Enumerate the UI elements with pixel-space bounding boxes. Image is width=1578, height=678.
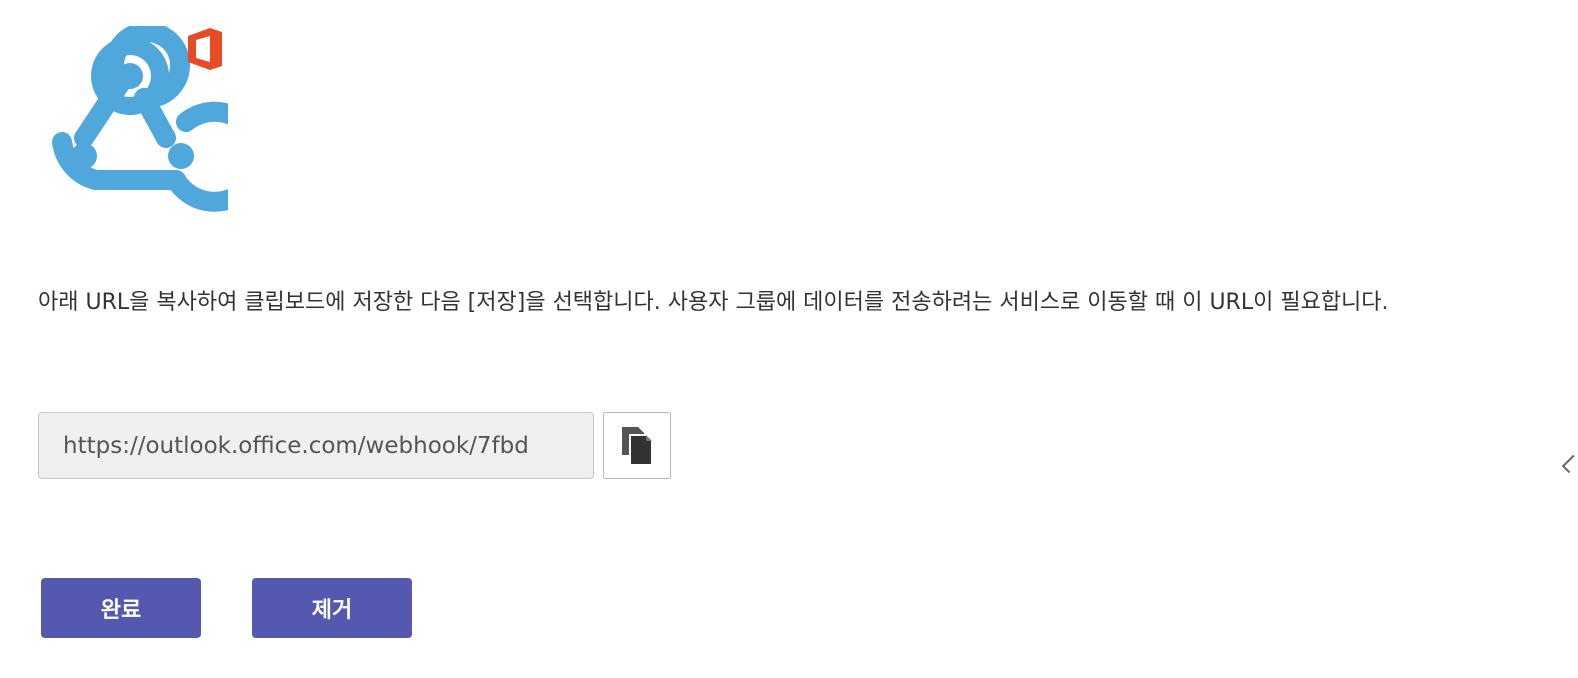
copy-url-button[interactable] (603, 412, 671, 479)
remove-button[interactable]: 제거 (252, 578, 412, 638)
done-button[interactable]: 완료 (41, 578, 201, 638)
webhook-url-input[interactable] (38, 412, 594, 479)
copy-icon (622, 426, 653, 466)
instruction-text: 아래 URL을 복사하여 클립보드에 저장한 다음 [저장]을 선택합니다. 사… (38, 290, 1389, 315)
chevron-left-icon (1561, 454, 1578, 474)
action-buttons: 완료 제거 (41, 578, 412, 638)
incoming-webhook-logo (36, 26, 228, 212)
webhook-office-logo-icon (52, 26, 228, 212)
url-copy-row (38, 412, 671, 479)
webhook-config-page: 아래 URL을 복사하여 클립보드에 저장한 다음 [저장]을 선택합니다. 사… (0, 0, 1578, 678)
